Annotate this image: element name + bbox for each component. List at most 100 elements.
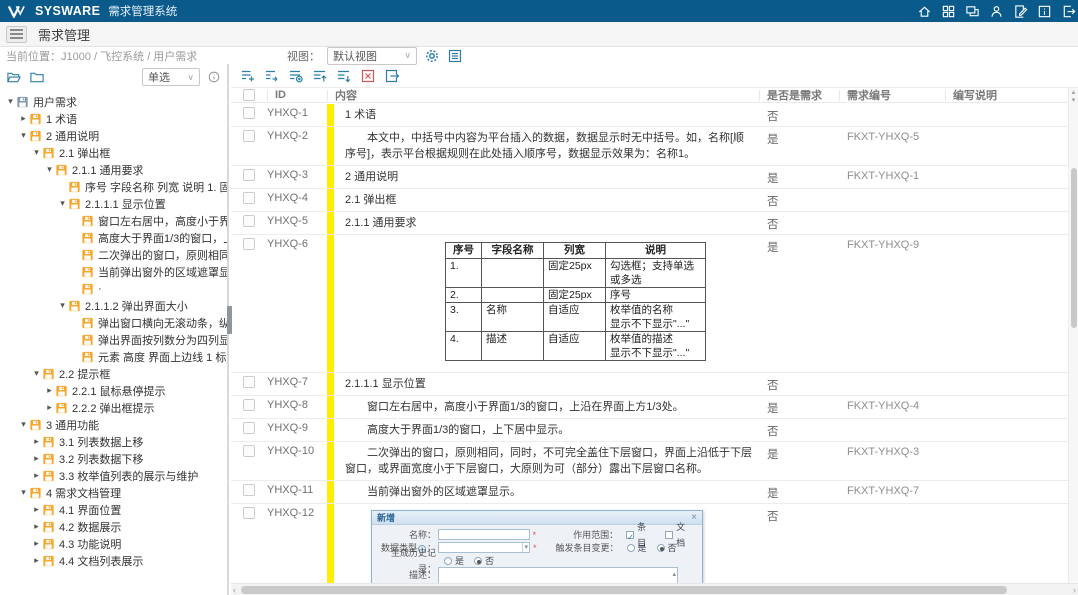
collapse-all-icon[interactable] <box>29 70 45 85</box>
row-checkbox[interactable] <box>231 396 267 418</box>
chevron-down-icon[interactable]: ▾ <box>57 300 68 311</box>
checkbox[interactable] <box>243 484 255 496</box>
user-icon[interactable] <box>989 4 1004 19</box>
tree-item[interactable]: ▸1 术语 <box>0 110 227 127</box>
row-content[interactable]: 当前弹出窗外的区域遮罩显示。 <box>327 481 759 503</box>
menu-icon[interactable] <box>6 26 27 43</box>
view-list-icon[interactable] <box>447 48 463 64</box>
row-content[interactable]: 新增×名称：*作用范围：条目文档数据类型i：▾*触发条目变更：是否生成历史记录：… <box>327 504 759 583</box>
chevron-right-icon[interactable]: ▸ <box>31 453 42 464</box>
tree-item[interactable]: ▸3.2 列表数据下移 <box>0 450 227 467</box>
home-icon[interactable] <box>917 4 932 19</box>
chevron-down-icon[interactable]: ▾ <box>18 419 29 430</box>
chevron-down-icon[interactable]: ▾ <box>18 130 29 141</box>
row-content[interactable]: 窗口左右居中，高度小于界面1/3的窗口，上沿在界面上方1/3处。 <box>327 396 759 418</box>
chevron-right-icon[interactable]: ▸ <box>44 385 55 396</box>
chevron-down-icon[interactable]: ▾ <box>31 368 42 379</box>
delete-button[interactable] <box>360 68 376 84</box>
row-content[interactable]: 2.1.1.1 显示位置 <box>327 373 759 395</box>
tree-item[interactable]: 弹出界面按列数分为四列显示和双列... <box>0 331 227 348</box>
scroll-right-icon[interactable]: › <box>1073 585 1076 595</box>
chevron-right-icon[interactable]: ▸ <box>44 402 55 413</box>
row-checkbox[interactable] <box>231 189 267 211</box>
tree-item[interactable]: ▸4.2 数据展示 <box>0 518 227 535</box>
row-content[interactable]: 二次弹出的窗口，原则相同，同时，不可完全盖住下层窗口，界面上沿低于下层窗口，或界… <box>327 442 759 480</box>
select-all-checkbox[interactable] <box>231 90 267 101</box>
checkbox[interactable] <box>243 192 255 204</box>
tree-item[interactable]: ▾2.1 弹出框 <box>0 144 227 161</box>
tree-item[interactable]: ▸2.2.1 鼠标悬停提示 <box>0 382 227 399</box>
row-content[interactable]: 2.1.1 通用要求 <box>327 212 759 234</box>
insert-row-button[interactable] <box>288 68 304 84</box>
tree-item[interactable]: ▸4.4 文档列表展示 <box>0 552 227 569</box>
row-checkbox[interactable] <box>231 127 267 165</box>
tree-item[interactable]: ▸4.3 功能说明 <box>0 535 227 552</box>
row-checkbox[interactable] <box>231 212 267 234</box>
chevron-down-icon[interactable]: ▾ <box>44 164 55 175</box>
row-checkbox[interactable] <box>231 504 267 583</box>
view-select[interactable]: 默认视图 ∨ <box>327 47 417 65</box>
tree-item[interactable]: · <box>0 280 227 297</box>
row-content[interactable]: 本文中，中括号中内容为平台插入的数据，数据显示时无中括号。如，名称[顺序号]，表… <box>327 127 759 165</box>
tree-item[interactable]: 当前弹出窗外的区域遮罩显示。 <box>0 263 227 280</box>
chevron-right-icon[interactable]: ▸ <box>31 504 42 515</box>
tree-item[interactable]: ▾2.1.1.2 弹出界面大小 <box>0 297 227 314</box>
tree-item[interactable]: ▸4.1 界面位置 <box>0 501 227 518</box>
row-checkbox[interactable] <box>231 166 267 188</box>
chevron-right-icon[interactable]: ▸ <box>18 113 29 124</box>
add-sibling-button[interactable] <box>240 68 256 84</box>
info-icon[interactable] <box>1037 4 1052 19</box>
chevron-down-icon[interactable]: ▾ <box>31 147 42 158</box>
tree-item[interactable]: ▾3 通用功能 <box>0 416 227 433</box>
scroll-left-icon[interactable]: ‹ <box>233 585 236 595</box>
tree-item[interactable]: ▾2.1.1 通用要求 <box>0 161 227 178</box>
select-mode-dropdown[interactable]: 单选 ∨ <box>142 68 200 86</box>
export-button[interactable] <box>384 68 400 84</box>
tree-item[interactable]: 元素 高度 界面上边线 1 标题栏 28 内... <box>0 348 227 365</box>
tree-item[interactable]: 二次弹出的窗口，原则相同，同时，... <box>0 246 227 263</box>
tree-item[interactable]: ▾2.2 提示框 <box>0 365 227 382</box>
chevron-down-icon[interactable]: ▾ <box>5 96 16 107</box>
chevron-right-icon[interactable]: ▸ <box>31 470 42 481</box>
tree-item[interactable]: ▸2.2.2 弹出框提示 <box>0 399 227 416</box>
expand-all-icon[interactable] <box>6 70 22 85</box>
tree-item[interactable]: ▾2.1.1.1 显示位置 <box>0 195 227 212</box>
horizontal-scroll-thumb[interactable] <box>241 586 1007 594</box>
tree-item[interactable]: ▸3.3 枚举值列表的展示与维护 <box>0 467 227 484</box>
tree-item[interactable]: 窗口左右居中，高度小于界面1/3的窗... <box>0 212 227 229</box>
row-content[interactable]: 2 通用说明 <box>327 166 759 188</box>
exit-icon[interactable] <box>1061 4 1076 19</box>
row-checkbox[interactable] <box>231 481 267 503</box>
horizontal-scrollbar[interactable]: ‹ › <box>231 583 1078 595</box>
tree-item[interactable]: ▾4 需求文档管理 <box>0 484 227 501</box>
checkbox[interactable] <box>243 376 255 388</box>
row-content[interactable]: 高度大于界面1/3的窗口，上下居中显示。 <box>327 419 759 441</box>
row-checkbox[interactable] <box>231 442 267 480</box>
move-up-button[interactable] <box>312 68 328 84</box>
vertical-scroll-thumb[interactable] <box>1071 168 1077 328</box>
checkbox[interactable] <box>243 445 255 457</box>
checkbox[interactable] <box>243 507 255 519</box>
tree-item[interactable]: ▸3.1 列表数据上移 <box>0 433 227 450</box>
scroll-down-icon[interactable]: ▾ <box>1069 97 1078 105</box>
scroll-up-icon[interactable]: ▴ <box>1069 89 1078 97</box>
chevron-down-icon[interactable]: ▾ <box>57 198 68 209</box>
row-content[interactable]: 1 术语 <box>327 104 759 126</box>
row-checkbox[interactable] <box>231 104 267 126</box>
chevron-right-icon[interactable]: ▸ <box>31 538 42 549</box>
checkbox[interactable] <box>243 130 255 142</box>
row-checkbox[interactable] <box>231 419 267 441</box>
row-content[interactable]: 序号字段名称列宽说明1.固定25px勾选框；支持单选或多选2.固定25px序号3… <box>327 235 759 372</box>
add-child-button[interactable] <box>264 68 280 84</box>
row-checkbox[interactable] <box>231 373 267 395</box>
checkbox[interactable] <box>243 238 255 250</box>
checkbox[interactable] <box>243 215 255 227</box>
doc-edit-icon[interactable] <box>1013 4 1028 19</box>
chevron-right-icon[interactable]: ▸ <box>31 555 42 566</box>
chevron-down-icon[interactable]: ▾ <box>18 487 29 498</box>
chevron-right-icon[interactable]: ▸ <box>31 436 42 447</box>
tree-item[interactable]: ▾2 通用说明 <box>0 127 227 144</box>
chevron-right-icon[interactable]: ▸ <box>31 521 42 532</box>
messages-icon[interactable] <box>965 4 980 19</box>
gear-icon[interactable] <box>424 48 440 64</box>
